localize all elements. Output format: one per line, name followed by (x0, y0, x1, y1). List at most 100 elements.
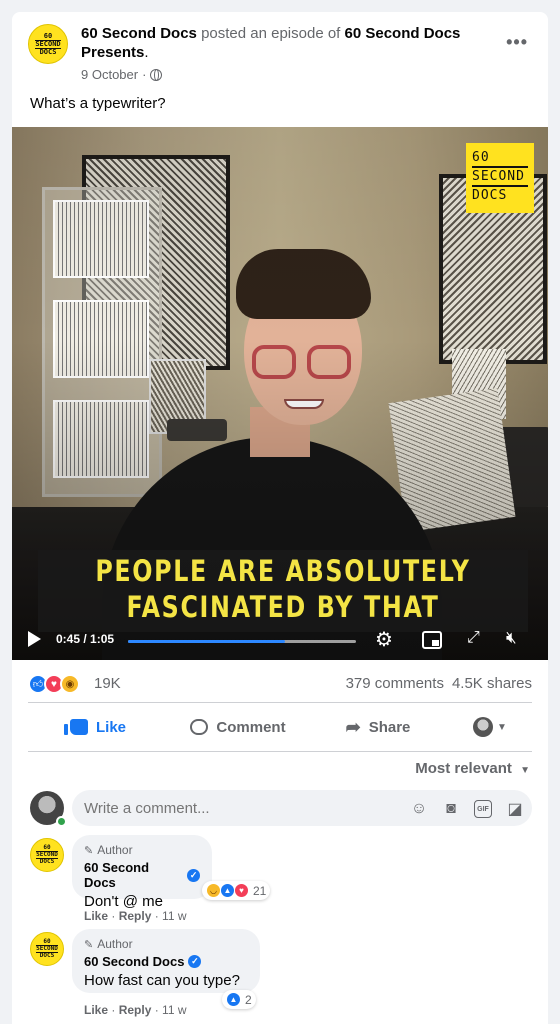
reaction-count[interactable]: 19K (94, 675, 121, 692)
online-status-dot (56, 816, 67, 827)
engagement-stats: 379 comments 4.5K shares (346, 675, 532, 692)
muted-speaker-icon[interactable]: 🔇︎ (506, 628, 517, 648)
commenter-name[interactable]: 60 Second Docs ✓ (84, 954, 248, 969)
page-avatar[interactable]: 60 SECOND DOCS (28, 24, 68, 64)
thumbs-up-icon (63, 719, 88, 735)
sticker-icon[interactable]: ◪ (506, 800, 524, 818)
like-label: Like (95, 718, 126, 736)
brand-text: DOCS (472, 188, 508, 203)
share-icon: ➦ (345, 716, 361, 737)
comment-bubble: ✎ Author 60 Second Docs ✓ Don't @ me (72, 835, 212, 910)
comment-icon (190, 719, 209, 735)
avatar (473, 717, 494, 737)
period: . (144, 44, 149, 61)
comment-meta: Like · Reply · 11 w (84, 909, 187, 923)
video-time: 0:45 / 1:05 (56, 632, 115, 646)
gif-icon[interactable]: GIF (474, 800, 492, 818)
reaction-icons[interactable]: 👍︎ ♥ ◉ (28, 674, 80, 694)
fullscreen-icon[interactable]: ⤢ (467, 629, 480, 647)
progress-bar[interactable] (128, 640, 356, 643)
post-meta: 9 October · (81, 67, 163, 82)
separator: · (142, 67, 147, 82)
divider (28, 702, 532, 703)
sort-dropdown[interactable]: Most relevant ▼ (415, 760, 530, 777)
post-date[interactable]: 9 October (81, 67, 138, 82)
pencil-icon: ✎ (84, 844, 94, 857)
comment-time[interactable]: 11 w (162, 1003, 186, 1017)
comment-reaction-count: 2 (245, 992, 252, 1007)
post-header: 60 SECOND DOCS 60 Second Docs posted an … (28, 24, 532, 84)
caption-line: PEOPLE ARE ABSOLUTELY (95, 554, 471, 588)
video-caption: PEOPLE ARE ABSOLUTELY FASCINATED BY THAT (82, 553, 484, 625)
commenter-name[interactable]: 60 Second Docs ✓ (84, 860, 200, 890)
logo-text: 60 (43, 31, 53, 40)
post-text: What’s a typewriter? (30, 95, 166, 112)
like-reaction-icon: ▲ (226, 992, 241, 1007)
caption-line: FASCINATED BY THAT (126, 590, 440, 624)
verified-badge-icon: ✓ (188, 955, 202, 968)
action-bar: Like Comment ➦ Share ▼ (28, 709, 532, 745)
pencil-icon: ✎ (84, 938, 94, 951)
brand-watermark: 60 SECOND DOCS (466, 143, 534, 213)
like-reaction-icon: ▲ (220, 883, 235, 898)
progress-fill (128, 640, 286, 643)
author-badge: ✎ Author (84, 937, 248, 951)
comment-button[interactable]: Comment (168, 709, 308, 745)
caret-down-icon: ▼ (520, 765, 530, 776)
comment-meta: Like · Reply · 11 w (84, 1003, 187, 1017)
comment-reply-link[interactable]: Reply (119, 909, 152, 923)
comment-like-link[interactable]: Like (84, 909, 108, 923)
comment-bubble: ✎ Author 60 Second Docs ✓ How fast can y… (72, 929, 260, 993)
caret-down-icon: ▼ (497, 721, 507, 733)
shares-count[interactable]: 4.5K shares (452, 675, 532, 692)
comment-label: Comment (216, 718, 286, 736)
verified-badge-icon: ✓ (187, 868, 200, 882)
picture-in-picture-icon[interactable] (422, 631, 442, 649)
commenter-name-text: 60 Second Docs (84, 954, 185, 969)
author-badge: ✎ Author (84, 843, 200, 857)
audience-wrapper: ▼ (473, 717, 507, 737)
share-button[interactable]: ➦ Share (308, 709, 448, 745)
audience-selector[interactable]: ▼ (448, 709, 532, 745)
comments-count[interactable]: 379 comments (346, 675, 444, 692)
video-player[interactable]: 60 SECOND DOCS PEOPLE ARE ABSOLUTELY FAS… (12, 127, 548, 660)
divider (28, 751, 532, 752)
comment-reactions[interactable]: ◡ ▲ ♥ 21 (202, 881, 271, 900)
wow-reaction-icon: ◉ (60, 674, 80, 694)
play-icon[interactable] (28, 631, 41, 647)
comment-reaction-count: 21 (253, 883, 267, 898)
comment-text: Don't @ me (84, 893, 163, 910)
haha-reaction-icon: ◡ (206, 883, 221, 898)
logo-text: DOCS (39, 47, 57, 56)
like-button[interactable]: Like (28, 709, 168, 745)
brand-text: 60 (472, 150, 490, 165)
author-label: Author (97, 937, 133, 951)
comment-reply-link[interactable]: Reply (119, 1003, 152, 1017)
logo-text: DOCS (39, 858, 55, 865)
logo-text: DOCS (39, 952, 55, 959)
post-card: 60 SECOND DOCS 60 Second Docs posted an … (12, 12, 548, 1024)
commenter-avatar[interactable]: 60 SECOND DOCS (30, 932, 64, 966)
sort-label: Most relevant (415, 760, 512, 777)
page-name-link[interactable]: 60 Second Docs (81, 25, 197, 42)
action-text: posted an episode of (201, 25, 341, 42)
commenter-name-text: 60 Second Docs (84, 860, 150, 890)
comment-reactions[interactable]: ▲ 2 (222, 990, 256, 1009)
comment-time[interactable]: 11 w (162, 909, 186, 923)
gear-icon[interactable]: ⚙ (375, 629, 397, 651)
emoji-icon[interactable]: ☺ (410, 800, 428, 818)
composer-icons: ☺ ◙ GIF ◪ (410, 800, 524, 818)
commenter-avatar[interactable]: 60 SECOND DOCS (30, 838, 64, 872)
post-author-line: 60 Second Docs posted an episode of 60 S… (81, 24, 492, 62)
love-reaction-icon: ♥ (234, 883, 249, 898)
author-label: Author (97, 843, 133, 857)
share-label: Share (368, 718, 411, 736)
globe-icon[interactable] (150, 68, 163, 81)
reaction-summary: 👍︎ ♥ ◉ 19K 379 comments 4.5K shares (28, 674, 532, 694)
comment-text: How fast can you type? (84, 972, 240, 989)
camera-icon[interactable]: ◙ (442, 800, 460, 818)
comment-like-link[interactable]: Like (84, 1003, 108, 1017)
brand-text: SECOND (472, 166, 528, 187)
more-options-button[interactable]: ••• (506, 32, 528, 53)
video-controls: 0:45 / 1:05 ⚙ ⤢ 🔇︎ (12, 623, 548, 660)
